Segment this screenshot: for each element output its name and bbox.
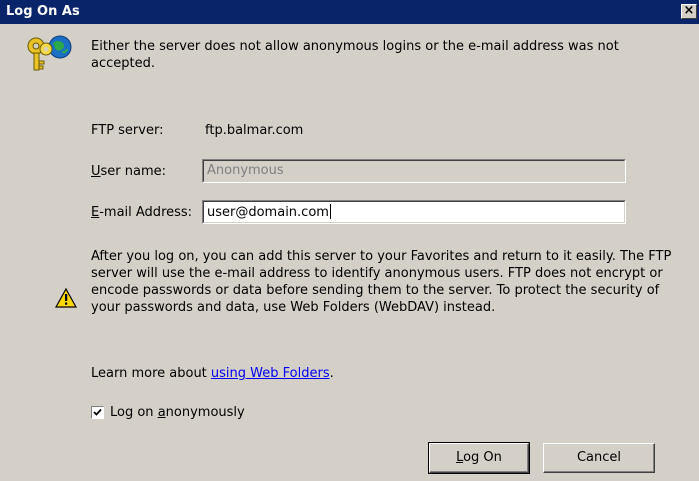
email-label: E-mail Address: — [91, 205, 192, 220]
title-bar[interactable]: Log On As × — [0, 0, 699, 24]
log-on-label: og On — [463, 450, 502, 465]
log-on-anonymously-row[interactable]: Log on anonymously — [91, 405, 245, 420]
close-button[interactable]: × — [681, 4, 697, 19]
checkbox-label-accel: a — [157, 405, 166, 420]
cancel-label: Cancel — [576, 450, 622, 465]
ftp-server-value: ftp.balmar.com — [205, 123, 304, 138]
log-on-anonymously-label: Log on anonymously — [110, 405, 245, 420]
log-on-as-dialog: Log On As × Either the server does not a… — [0, 0, 699, 481]
dialog-title: Log On As — [6, 4, 80, 19]
learn-more-prefix: Learn more about — [91, 366, 211, 381]
checkbox-label-end: nonymously — [165, 405, 245, 420]
keys-globe-icon — [22, 34, 74, 74]
learn-more-line: Learn more about using Web Folders. — [91, 366, 334, 381]
email-address-input[interactable]: user@domain.com — [202, 200, 626, 224]
ftp-server-label: FTP server: — [91, 123, 164, 138]
log-on-button[interactable]: Log On — [428, 442, 530, 474]
cancel-button[interactable]: Cancel — [543, 443, 655, 473]
user-name-label: User name: — [91, 164, 166, 179]
checkbox-label-start: Log on — [110, 405, 158, 420]
security-info-text: After you log on, you can add this serve… — [91, 249, 672, 315]
error-message: Either the server does not allow anonymo… — [91, 39, 619, 71]
learn-more-suffix: . — [329, 366, 334, 381]
using-web-folders-link[interactable]: using Web Folders — [211, 366, 330, 381]
user-name-accel: U — [91, 164, 101, 179]
close-icon: × — [683, 3, 695, 18]
email-accel: E — [91, 205, 100, 220]
checkmark-icon — [93, 408, 102, 416]
user-name-field: Anonymous — [202, 159, 626, 183]
warning-icon — [54, 287, 78, 308]
log-on-anonymously-checkbox[interactable] — [91, 406, 104, 419]
user-name-label-text: ser name: — [100, 164, 167, 179]
email-label-text: -mail Address: — [99, 205, 193, 220]
